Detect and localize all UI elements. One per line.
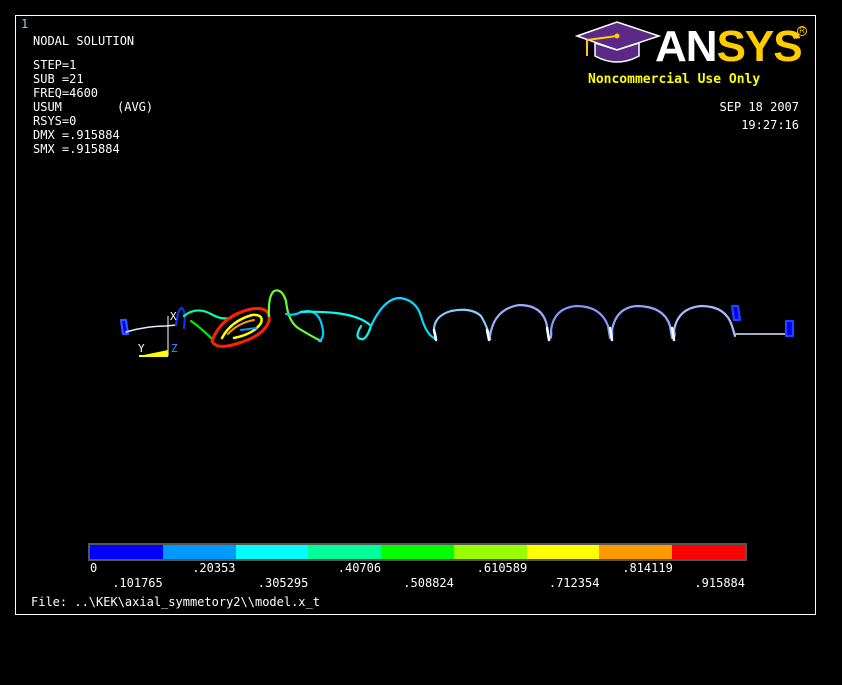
legend-segment-0	[90, 545, 163, 559]
legend-label-bottom-2: .508824	[403, 576, 454, 590]
cavity-4	[549, 304, 614, 340]
legend-segment-1	[162, 545, 236, 559]
twist-section-b	[189, 319, 213, 340]
deformed-model-plot: Y Z X	[119, 289, 795, 357]
triad-x-label: X	[170, 310, 177, 323]
legend-segment-7	[599, 545, 673, 559]
file-path: File: ..\KEK\axial_symmetory2\\model.x_t	[31, 595, 320, 609]
legend-label-bottom-3: .712354	[548, 576, 600, 590]
legend-segment-2	[235, 545, 309, 559]
coordinate-triad: Y Z X	[138, 310, 178, 357]
cavity-1	[369, 296, 438, 341]
iris-bumps	[432, 326, 676, 342]
legend-label-top-4: .814119	[622, 561, 673, 575]
triad-z-label: Z	[171, 342, 178, 355]
graphics-window[interactable]: 1 NODAL SOLUTION STEP=1 SUB =21 FREQ=460…	[15, 15, 816, 615]
legend-segment-3	[308, 545, 382, 559]
left-bellow	[174, 306, 186, 330]
cavity-6	[672, 304, 737, 338]
twist-section-d	[284, 310, 325, 343]
legend-segment-8	[672, 545, 746, 559]
legend-segment-5	[453, 545, 527, 559]
ring-outer	[210, 307, 271, 348]
legend-label-bottom-0: .101765	[112, 576, 163, 590]
legend-segment-6	[526, 545, 600, 559]
twist-section-c	[267, 289, 323, 343]
legend-label-top-2: .40706	[337, 561, 382, 575]
legend-label-bottom-4: .915884	[694, 576, 745, 590]
twist-section-a	[182, 309, 233, 320]
cavity-3	[488, 303, 553, 340]
legend-label-top-3: .610589	[476, 561, 528, 575]
contour-legend	[88, 543, 747, 561]
cavity-5	[610, 304, 676, 340]
right-flange	[730, 304, 742, 322]
legend-label-bottom-1: .305295	[257, 576, 309, 590]
legend-segment-4	[381, 545, 454, 559]
triad-y-label: Y	[138, 342, 145, 355]
cavity-2	[432, 308, 492, 341]
legend-color-bar	[88, 543, 747, 561]
legend-label-top-1: .20353	[192, 561, 236, 575]
legend-label-top-0: 0	[90, 561, 98, 575]
right-end-cap	[784, 319, 795, 338]
